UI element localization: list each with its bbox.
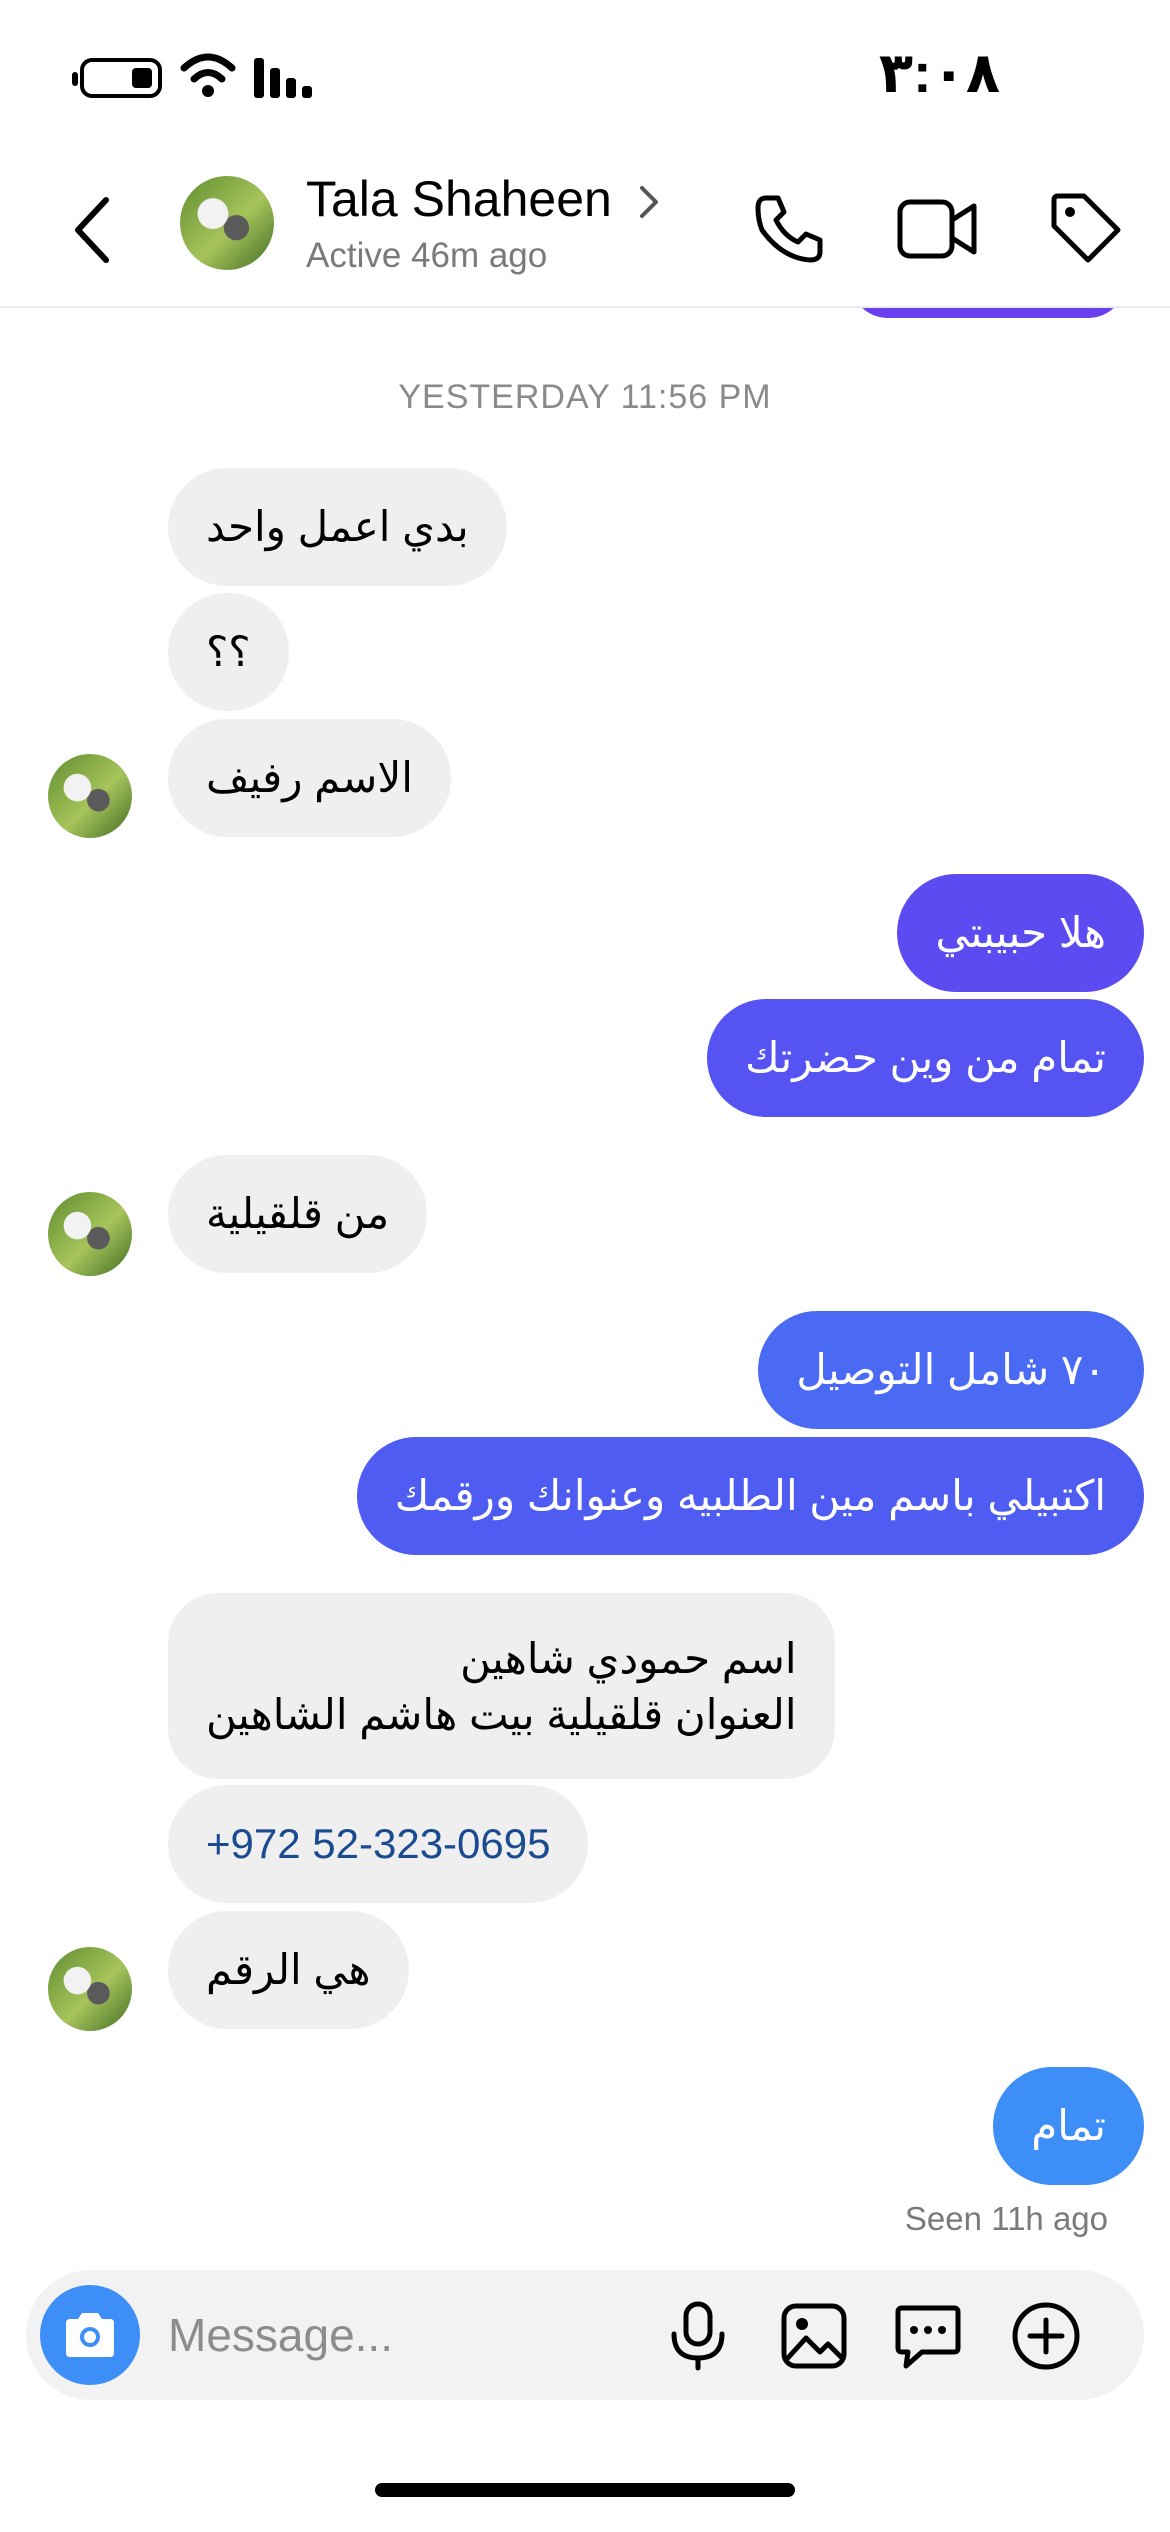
battery-icon bbox=[72, 58, 162, 98]
video-icon[interactable] bbox=[896, 194, 978, 264]
message-line: العنوان قلقيلية بيت هاشم الشاهين bbox=[206, 1691, 797, 1738]
incoming-message[interactable]: هي الرقم bbox=[168, 1911, 409, 2029]
signal-icon bbox=[254, 58, 312, 98]
contact-avatar-small[interactable] bbox=[48, 1947, 132, 2031]
contact-name[interactable]: Tala Shaheen bbox=[306, 170, 612, 228]
message-line: اسم حمودي شاهين bbox=[460, 1635, 797, 1682]
incoming-message[interactable]: ؟؟ bbox=[168, 593, 289, 711]
back-icon[interactable] bbox=[62, 190, 122, 270]
incoming-message[interactable]: اسم حمودي شاهين العنوان قلقيلية بيت هاشم… bbox=[168, 1593, 835, 1779]
incoming-message[interactable]: الاسم رفيف bbox=[168, 719, 451, 837]
outgoing-message[interactable]: ٧٠ شامل التوصيل bbox=[758, 1311, 1144, 1429]
message-composer bbox=[26, 2270, 1144, 2400]
chevron-right-icon[interactable] bbox=[638, 182, 662, 222]
plus-icon[interactable] bbox=[1010, 2300, 1082, 2372]
phone-number-message[interactable]: +972 52-323-0695 bbox=[168, 1785, 589, 1903]
active-status: Active 46m ago bbox=[306, 236, 548, 275]
contact-avatar-small[interactable] bbox=[48, 754, 132, 838]
chat-header: Tala Shaheen Active 46m ago bbox=[0, 150, 1170, 308]
outgoing-message[interactable]: تمام bbox=[993, 2067, 1144, 2185]
incoming-message[interactable]: بدي اعمل واحد bbox=[168, 468, 507, 586]
camera-icon bbox=[66, 2313, 114, 2357]
incoming-message[interactable]: من قلقيلية bbox=[168, 1155, 428, 1273]
contact-avatar-small[interactable] bbox=[48, 1192, 132, 1276]
sticker-icon[interactable] bbox=[892, 2300, 964, 2372]
status-bar: ٣:٠٨ bbox=[0, 0, 1170, 150]
home-indicator[interactable] bbox=[375, 2483, 795, 2497]
tag-icon[interactable] bbox=[1048, 190, 1122, 264]
camera-button[interactable] bbox=[40, 2285, 140, 2385]
outgoing-message[interactable]: هلا حبيبتي bbox=[897, 874, 1144, 992]
status-time: ٣:٠٨ bbox=[878, 41, 1000, 104]
wifi-icon bbox=[180, 53, 236, 97]
outgoing-message[interactable]: تمام من وين حضرتك bbox=[707, 999, 1144, 1117]
phone-icon[interactable] bbox=[752, 190, 828, 266]
outgoing-message[interactable]: اكتبيلي باسم مين الطلبيه وعنوانك ورقمك bbox=[356, 1437, 1144, 1555]
seen-status: Seen 11h ago bbox=[904, 2200, 1108, 2237]
image-icon[interactable] bbox=[778, 2300, 850, 2372]
contact-avatar[interactable] bbox=[180, 176, 274, 270]
message-input[interactable] bbox=[168, 2300, 648, 2370]
mic-icon[interactable] bbox=[662, 2300, 734, 2372]
chat-timestamp: YESTERDAY 11:56 PM bbox=[398, 378, 772, 416]
